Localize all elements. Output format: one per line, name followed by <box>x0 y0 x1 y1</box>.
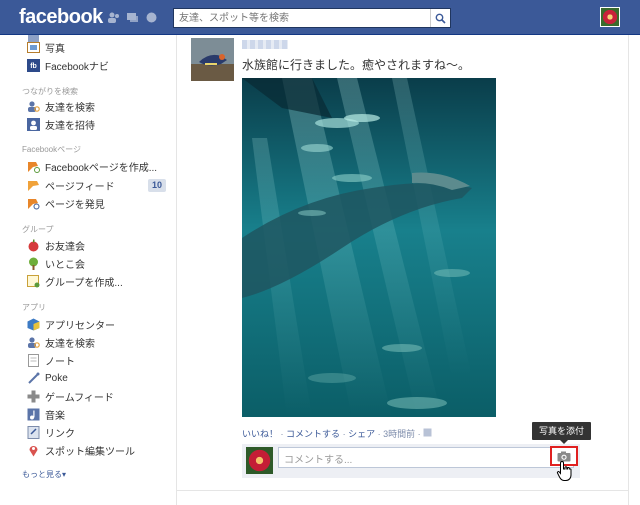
sidebar-item-app-center[interactable]: アプリセンター <box>27 316 115 332</box>
sidebar-item-label: お友達会 <box>45 241 85 253</box>
discover-pages-icon <box>28 198 40 209</box>
find-friends-icon <box>28 336 40 348</box>
sidebar-item-label: リンク <box>45 428 75 440</box>
find-friends-icon <box>28 100 40 112</box>
section-heading-apps: アプリ <box>22 303 46 312</box>
section-heading-connect: つながりを検索 <box>22 87 78 96</box>
friend-requests-icon[interactable] <box>107 11 120 24</box>
sidebar-item-photos[interactable]: 写真 <box>27 39 65 55</box>
create-page-icon <box>28 161 40 173</box>
separator: · <box>280 429 284 439</box>
post-actions: いいね！ · コメントする · シェア · 3時間前 · <box>242 427 432 440</box>
sidebar-item-label: ページフィード <box>45 181 115 193</box>
sidebar-item-label: グループを作成... <box>45 277 123 289</box>
facebook-logo[interactable]: facebook <box>19 6 103 29</box>
pages-feed-icon <box>28 180 39 191</box>
sidebar-item-label: 友達を検索 <box>45 102 95 114</box>
audience-icon[interactable] <box>423 428 432 437</box>
sidebar-item-create-group[interactable]: グループを作成... <box>27 273 123 289</box>
sidebar-item-label: 友達を招待 <box>45 120 95 132</box>
sidebar-item-fb-navi[interactable]: fb Facebookナビ <box>27 57 109 73</box>
poke-icon <box>28 372 40 384</box>
see-more-link[interactable]: もっと見る▾ <box>22 469 66 480</box>
share-link[interactable]: シェア <box>348 429 375 439</box>
sidebar-item-music[interactable]: 音楽 <box>27 406 65 422</box>
tooltip-arrow <box>560 440 568 444</box>
invite-friends-icon <box>27 117 40 131</box>
search-button[interactable] <box>430 9 450 27</box>
sidebar-item-label: 写真 <box>45 43 65 55</box>
like-link[interactable]: いいね！ <box>242 429 278 439</box>
sidebar-item-invite-friends[interactable]: 友達を招待 <box>27 116 95 132</box>
aquarium-photo[interactable] <box>242 78 496 417</box>
apple-group-icon <box>28 239 39 251</box>
sidebar-item-pages-feed[interactable]: ページフィード <box>27 177 115 193</box>
sidebar-item-label: ゲームフィード <box>45 392 114 404</box>
comment-input[interactable]: コメントする... <box>278 447 574 468</box>
post-text: 水族館に行きました。癒やされますね～。 <box>242 58 471 72</box>
sidebar-item-label: Facebookナビ <box>45 61 109 73</box>
create-group-icon <box>27 274 40 287</box>
comment-link[interactable]: コメントする <box>286 429 340 439</box>
section-heading-pages: Facebookページ <box>22 145 81 154</box>
sidebar-item-label: Facebookページを作成... <box>45 162 158 174</box>
search-input[interactable] <box>174 9 430 27</box>
sidebar-item-label: ページを発見 <box>45 199 105 211</box>
place-editor-icon <box>29 445 38 456</box>
sidebar-item-notes[interactable]: ノート <box>27 352 75 368</box>
sidebar-item-label: 友達を検索 <box>45 338 95 350</box>
svg-text:fb: fb <box>30 63 37 70</box>
feed-divider <box>176 35 177 505</box>
messages-icon[interactable] <box>126 11 139 24</box>
timestamp[interactable]: 3時間前 <box>383 429 415 439</box>
sidebar-item-label: Poke <box>45 372 68 384</box>
right-column <box>628 35 640 505</box>
sidebar-item-create-page[interactable]: Facebookページを作成... <box>27 158 157 174</box>
sidebar-item-app-find-friends[interactable]: 友達を検索 <box>27 334 95 350</box>
attach-photo-tooltip: 写真を添付 <box>532 422 592 440</box>
sidebar-item-label: スポット編集ツール <box>45 446 135 458</box>
sidebar-item-place-editor[interactable]: スポット編集ツール <box>27 442 135 458</box>
notifications-icon[interactable] <box>145 11 158 24</box>
links-icon <box>27 425 40 439</box>
separator: · <box>417 429 421 439</box>
photos-icon <box>27 41 40 53</box>
separator: · <box>342 429 346 439</box>
notes-icon <box>28 353 39 367</box>
hand-cursor-icon <box>556 460 572 481</box>
sidebar-item-label: ノート <box>45 356 75 368</box>
music-icon <box>27 408 40 420</box>
search-box <box>173 8 451 28</box>
sidebar-item-links[interactable]: リンク <box>27 424 75 440</box>
left-sidebar: 写真 fb Facebookナビ つながりを検索 友達を検索 友達を招待 Fac… <box>0 35 176 505</box>
sidebar-item-label: 音楽 <box>45 410 65 422</box>
search-icon <box>435 13 446 24</box>
feed-bottom-divider <box>176 490 628 491</box>
app-center-icon <box>27 318 40 330</box>
top-bar: facebook <box>0 0 640 35</box>
notification-jewels <box>107 11 158 24</box>
sidebar-item-group-cousins[interactable]: いとこ会 <box>27 255 85 271</box>
sidebar-item-find-friends[interactable]: 友達を検索 <box>27 98 95 114</box>
poster-avatar[interactable] <box>191 38 234 81</box>
fb-navi-icon: fb <box>27 58 40 72</box>
sidebar-item-group-friends[interactable]: お友達会 <box>27 237 85 253</box>
tree-group-icon <box>29 257 38 270</box>
commenter-avatar <box>246 447 273 474</box>
sidebar-item-label: アプリセンター <box>45 320 115 332</box>
sidebar-item-label: いとこ会 <box>45 259 85 271</box>
profile-avatar[interactable] <box>600 7 620 27</box>
sidebar-item-games-feed[interactable]: ゲームフィード <box>27 388 114 404</box>
games-feed-icon <box>27 390 40 402</box>
bird-photo-thumbnail <box>191 38 234 81</box>
pages-feed-count-badge: 10 <box>148 179 166 192</box>
sidebar-item-poke[interactable]: Poke <box>27 370 68 386</box>
separator: · <box>377 429 381 439</box>
poster-name-blurred[interactable] <box>242 40 288 49</box>
sidebar-item-discover-pages[interactable]: ページを発見 <box>27 195 105 211</box>
section-heading-groups: グループ <box>22 225 54 234</box>
whale-shark-image <box>242 78 496 417</box>
